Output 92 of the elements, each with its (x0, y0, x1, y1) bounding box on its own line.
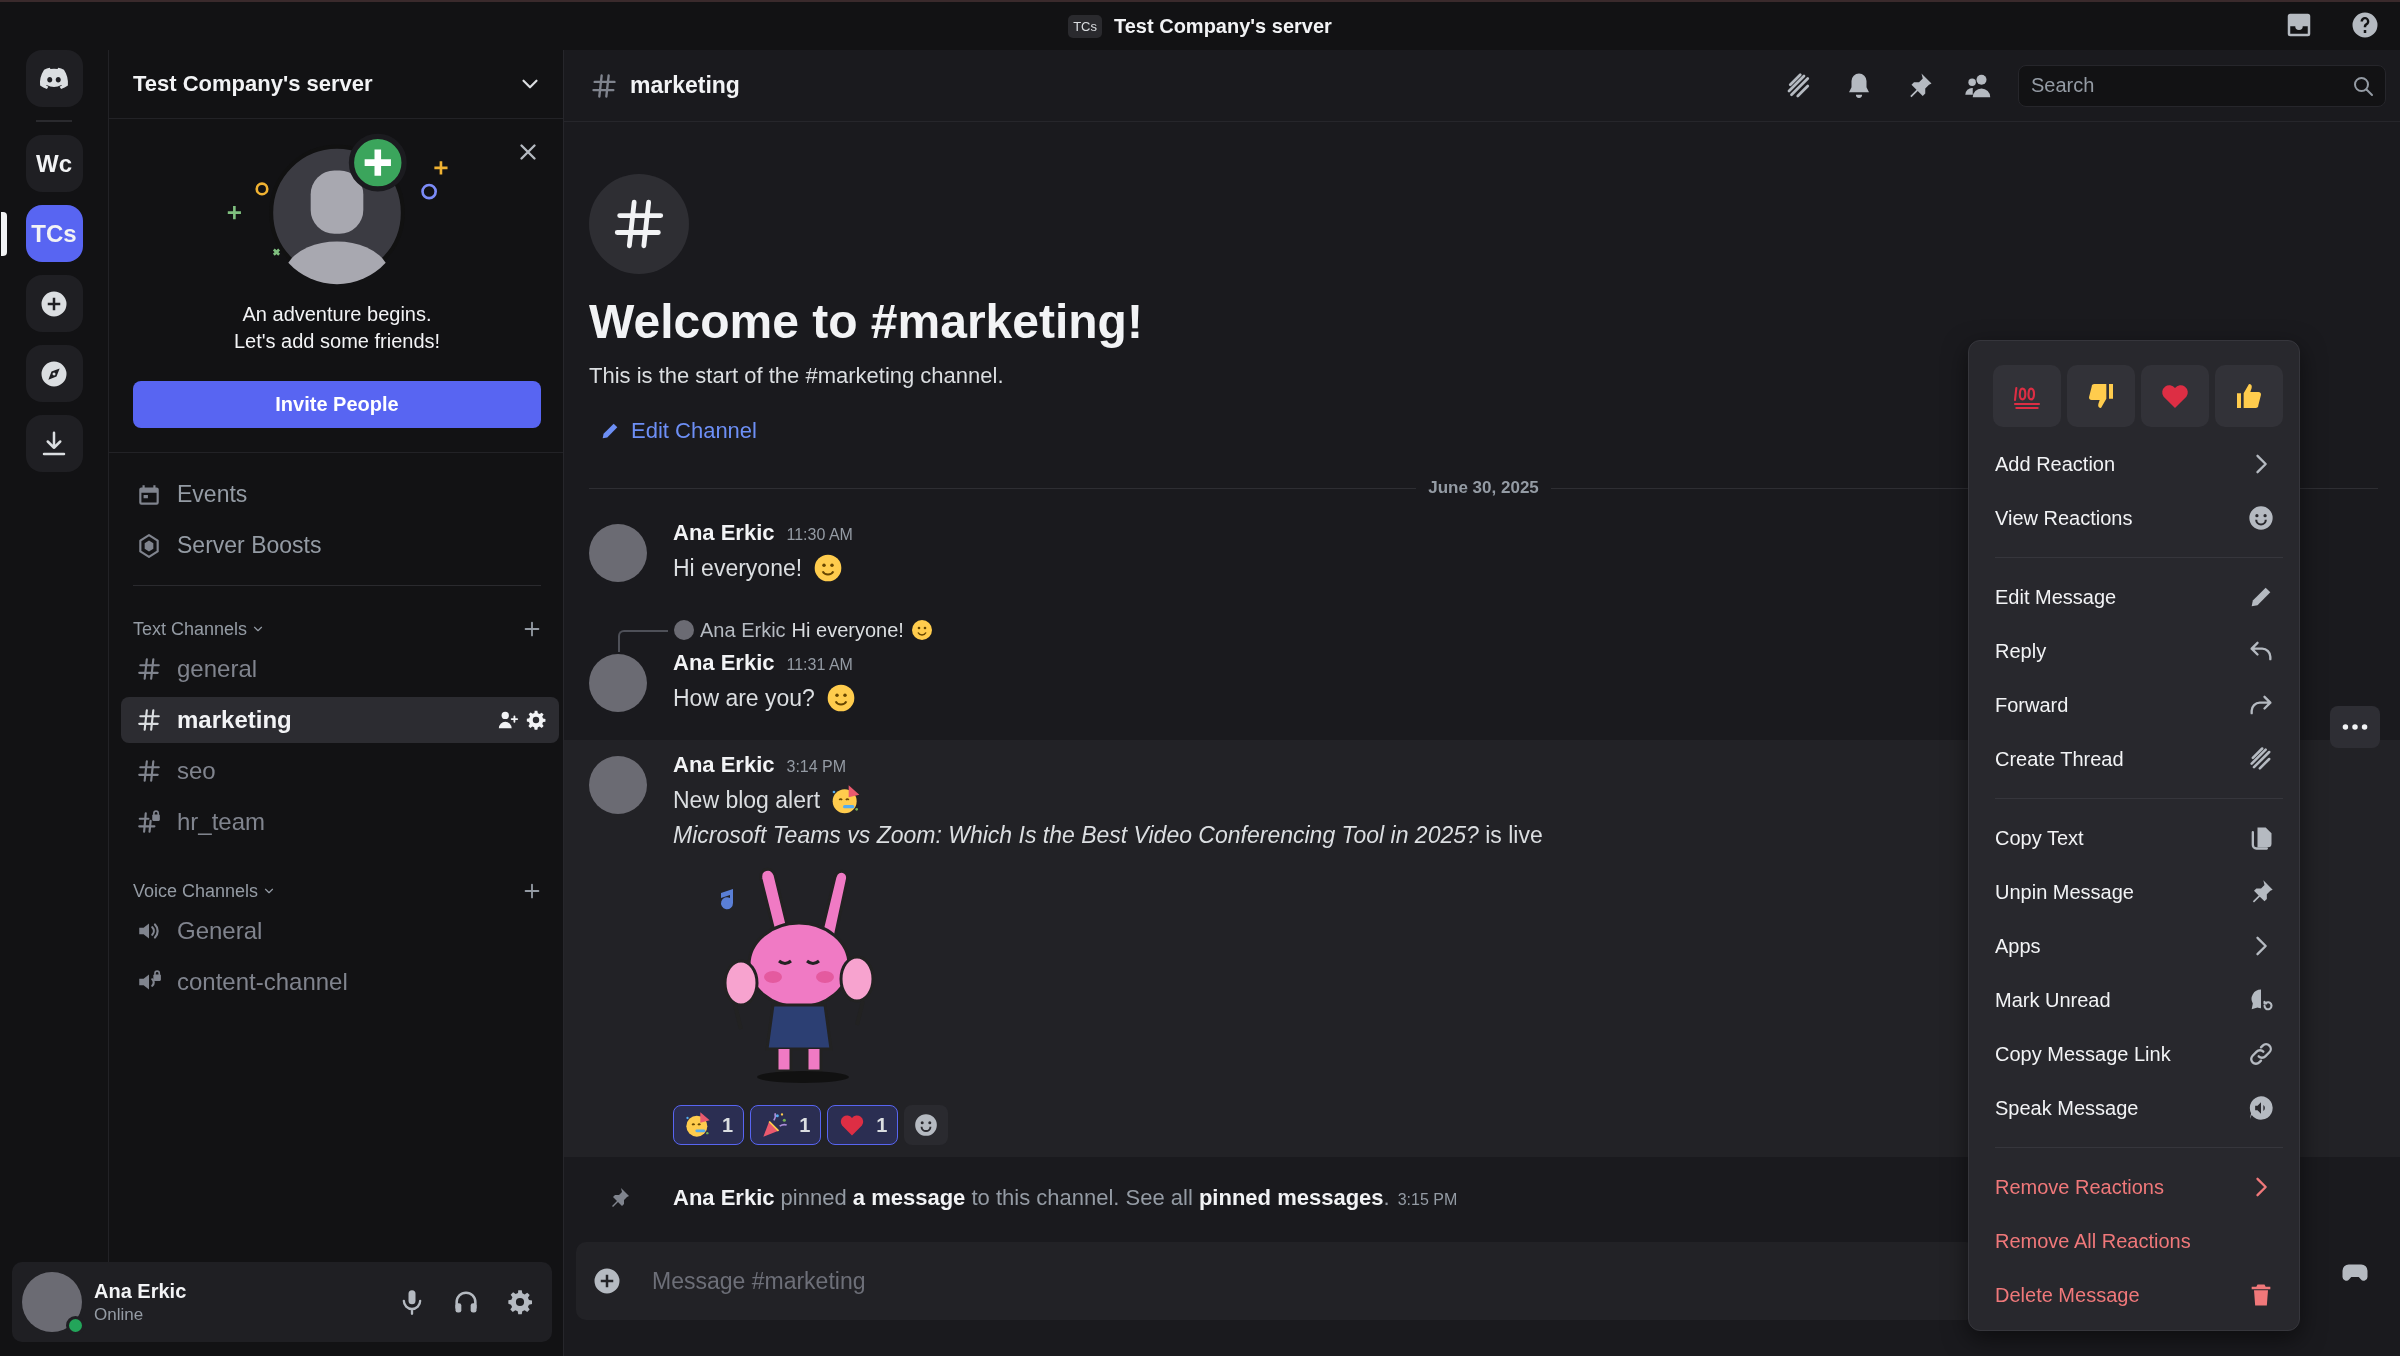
menu-item[interactable]: View Reactions (1977, 491, 2283, 545)
settings-icon (506, 1288, 534, 1316)
message-input[interactable]: Message #marketing (650, 1266, 1956, 1296)
reaction-button[interactable]: 1 (827, 1105, 899, 1145)
menu-item[interactable]: Apps (1977, 919, 2283, 973)
reply-avatar (674, 620, 694, 640)
reaction-button[interactable]: 1 (750, 1105, 822, 1145)
invite-icon (497, 709, 519, 731)
menu-item[interactable]: Unpin Message (1977, 865, 2283, 919)
menu-item[interactable]: Remove All Reactions (1977, 1214, 2283, 1268)
help-icon (2350, 10, 2380, 40)
quick-reaction-button[interactable] (2215, 365, 2283, 427)
channel-name: marketing (630, 72, 740, 99)
selected-indicator (0, 212, 7, 256)
user-name: Ana Erkic (94, 1279, 188, 1303)
more-icon (2342, 724, 2368, 730)
more-options-button[interactable] (2330, 706, 2380, 748)
message-text: Hi everyone! (673, 554, 803, 582)
reply-author[interactable]: Ana Erkic (700, 618, 786, 642)
server-name[interactable]: Test Company's server (133, 71, 373, 97)
system-message: Ana Erkic pinned a message to this channel. See all pinned messages. (673, 1185, 1390, 1210)
channel-item[interactable]: General (121, 908, 559, 954)
smiley-emoji-icon (909, 618, 934, 642)
menu-item[interactable]: Edit Message (1977, 570, 2283, 624)
timestamp: 3:14 PM (786, 758, 847, 776)
search-field[interactable]: Search (2029, 73, 2351, 98)
add-server-button[interactable] (25, 275, 83, 332)
menu-item[interactable]: Delete Message (1977, 1268, 2283, 1322)
user-settings-button[interactable] (506, 1288, 534, 1316)
reaction-button[interactable]: 1 (673, 1105, 745, 1145)
headphones-button[interactable] (452, 1288, 480, 1316)
user-status: Online (94, 1304, 145, 1325)
promo-text: An adventure begins. (242, 302, 432, 327)
reply-connector (618, 630, 668, 652)
download-button[interactable] (25, 415, 83, 472)
add-reaction-button[interactable] (904, 1105, 949, 1145)
smiley-icon (2247, 504, 2275, 532)
timestamp: 11:30 AM (786, 526, 853, 544)
author-name[interactable]: Ana Erkic (673, 752, 775, 778)
message-text: How are you? (673, 684, 815, 712)
smiley-icon (913, 1112, 940, 1138)
link-icon (2247, 1040, 2275, 1068)
user-avatar[interactable] (22, 1272, 82, 1332)
reply-text[interactable]: Hi everyone! (791, 618, 904, 642)
menu-item[interactable]: Copy Message Link (1977, 1027, 2283, 1081)
timestamp: 11:31 AM (786, 656, 853, 674)
invite-people-button[interactable]: Invite People (133, 381, 541, 428)
welcome-subtitle: This is the start of the #marketing channel. (589, 363, 1004, 389)
party-popper-icon (761, 1111, 790, 1139)
search-box[interactable]: Search (2018, 64, 2386, 107)
message-text: Microsoft Teams vs Zoom: Which Is the Best Video Conferencing Tool in 2025? is live (673, 822, 1543, 849)
sidebar-link[interactable]: Events (133, 469, 541, 520)
speaker-icon (2247, 1094, 2275, 1122)
hash-icon (136, 707, 162, 733)
hash-icon (136, 656, 162, 682)
menu-item[interactable]: Create Thread (1977, 732, 2283, 786)
menu-item[interactable]: Remove Reactions (1977, 1160, 2283, 1214)
category-header[interactable]: Voice Channels (133, 880, 277, 902)
locked-hash-icon (136, 809, 162, 835)
date-divider: June 30, 2025 (1428, 478, 1539, 498)
server-icon[interactable]: Wc (25, 135, 83, 192)
menu-item[interactable]: Forward (1977, 678, 2283, 732)
timestamp: 3:15 PM (1397, 1191, 1458, 1208)
menu-item[interactable]: Mark Unread (1977, 973, 2283, 1027)
channel-item[interactable]: hr_team (121, 799, 559, 845)
boost-shield-icon (136, 532, 162, 559)
menu-item[interactable]: Reply (1977, 624, 2283, 678)
channel-item[interactable]: marketing (121, 697, 559, 743)
hash-icon (136, 758, 162, 784)
hash-icon (590, 71, 618, 100)
headphones-icon (452, 1288, 480, 1316)
window-title: Test Company's server (1114, 14, 1332, 38)
home-button[interactable] (25, 50, 83, 107)
promo-text: Let's add some friends! (233, 329, 441, 354)
author-name[interactable]: Ana Erkic (673, 520, 775, 546)
settings-icon (525, 709, 547, 731)
sidebar-link[interactable]: Server Boosts (133, 520, 541, 571)
edit-channel-link[interactable]: Edit Channel (599, 418, 757, 444)
channel-item[interactable]: seo (121, 748, 559, 794)
party-face-icon (684, 1111, 712, 1139)
author-name[interactable]: Ana Erkic (673, 650, 775, 676)
message-text: New blog alert (673, 786, 821, 814)
channel-item[interactable]: general (121, 646, 559, 692)
menu-item[interactable]: Speak Message (1977, 1081, 2283, 1135)
server-badge: TCs (1068, 14, 1102, 38)
category-header[interactable]: Text Channels (133, 618, 266, 640)
discover-button[interactable] (25, 345, 83, 402)
channel-item[interactable]: content-channel (121, 959, 559, 1005)
menu-item[interactable]: Copy Text (1977, 811, 2283, 865)
quick-reaction-button[interactable] (2067, 365, 2135, 427)
welcome-title: Welcome to #marketing! (589, 294, 1143, 349)
menu-item[interactable]: Add Reaction (1977, 437, 2283, 491)
